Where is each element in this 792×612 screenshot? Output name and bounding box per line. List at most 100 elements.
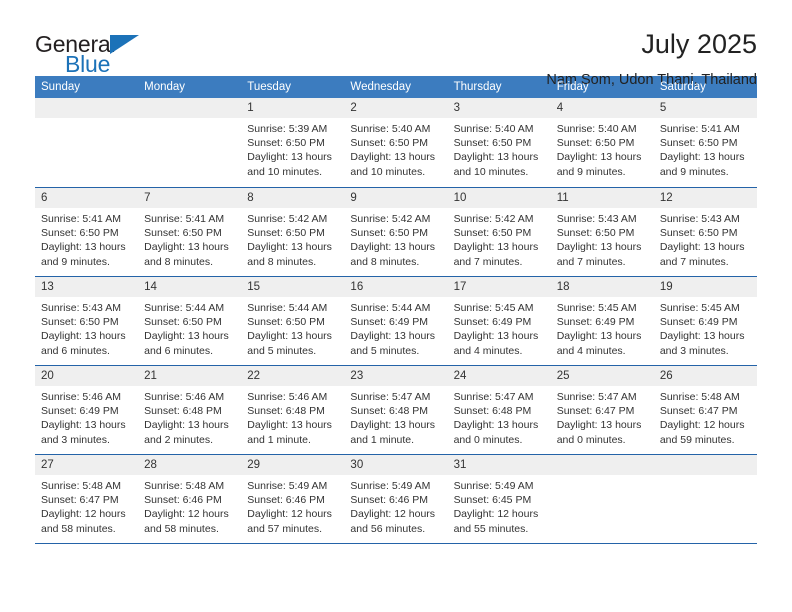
day-sun-info: Sunrise: 5:47 AM Sunset: 6:48 PM Daylight:… — [344, 386, 447, 447]
calendar-week-row: 13 Sunrise: 5:43 AM Sunset: 6:50 PM Dayligh… — [35, 276, 757, 365]
day-cell-15[interactable]: 15 Sunrise: 5:44 AM Sunset: 6:50 PM Dayligh… — [241, 277, 345, 365]
day-cell-9[interactable]: 9 Sunrise: 5:42 AM Sunset: 6:50 PM Daylight… — [344, 188, 448, 276]
calendar-week-row: 6 Sunrise: 5:41 AM Sunset: 6:50 PM Daylight… — [35, 187, 757, 276]
calendar-grid: Sunday Monday Tuesday Wednesday Thursday… — [35, 76, 757, 544]
day-cell-28[interactable]: 28 Sunrise: 5:48 AM Sunset: 6:46 PM Dayligh… — [138, 455, 242, 543]
day-info-line: and 57 minutes. — [247, 522, 322, 535]
day-info-line: Sunrise: 5:48 AM — [41, 480, 121, 492]
day-number — [653, 455, 757, 475]
day-info-line: Sunrise: 5:43 AM — [659, 213, 740, 225]
day-number — [138, 98, 242, 118]
day-number: 29 — [241, 455, 345, 475]
day-info-line: and 3 minutes. — [41, 433, 110, 446]
day-info-line: Sunrise: 5:43 AM — [556, 213, 637, 225]
day-info-line: Daylight: 13 hours — [144, 419, 229, 432]
day-info-line: Daylight: 13 hours — [350, 241, 436, 254]
day-info-line: Sunset: 6:48 PM — [453, 405, 532, 418]
day-info-line: Daylight: 12 hours — [247, 508, 332, 521]
day-cell-23[interactable]: 23 Sunrise: 5:47 AM Sunset: 6:48 PM Dayligh… — [344, 366, 448, 454]
day-cell-7[interactable]: 7 Sunrise: 5:41 AM Sunset: 6:50 PM Daylight… — [138, 188, 242, 276]
day-cell-10[interactable]: 10 Sunrise: 5:42 AM Sunset: 6:50 PM Dayligh… — [447, 188, 551, 276]
day-sun-info: Sunrise: 5:45 AM Sunset: 6:49 PM Daylight:… — [654, 297, 757, 358]
day-info-line: Sunset: 6:46 PM — [350, 494, 429, 507]
day-info-line: and 10 minutes. — [247, 165, 322, 178]
day-info-line: Sunrise: 5:48 AM — [144, 480, 225, 492]
day-info-line: and 5 minutes. — [350, 344, 420, 357]
weekday-header-thursday: Thursday — [453, 81, 502, 93]
day-info-line: Sunset: 6:47 PM — [41, 494, 119, 507]
day-cell-18[interactable]: 18 Sunrise: 5:45 AM Sunset: 6:49 PM Dayligh… — [550, 277, 654, 365]
day-number: 9 — [344, 188, 448, 208]
day-cell-30[interactable]: 30 Sunrise: 5:49 AM Sunset: 6:46 PM Dayligh… — [344, 455, 448, 543]
day-info-line: Sunset: 6:49 PM — [453, 316, 532, 329]
day-info-line: Sunrise: 5:49 AM — [453, 480, 534, 492]
day-cell-21[interactable]: 21 Sunrise: 5:46 AM Sunset: 6:48 PM Dayligh… — [138, 366, 242, 454]
weekday-header-saturday: Saturday — [659, 81, 706, 93]
day-info-line: Daylight: 12 hours — [144, 508, 229, 521]
day-info-line: and 6 minutes. — [144, 344, 214, 357]
day-cell-27[interactable]: 27 Sunrise: 5:48 AM Sunset: 6:47 PM Dayligh… — [35, 455, 139, 543]
day-number: 18 — [550, 277, 654, 297]
day-sun-info: Sunrise: 5:44 AM Sunset: 6:50 PM Daylight:… — [241, 297, 344, 358]
day-cell-8[interactable]: 8 Sunrise: 5:42 AM Sunset: 6:50 PM Daylight… — [241, 188, 345, 276]
day-sun-info: Sunrise: 5:45 AM Sunset: 6:49 PM Daylight:… — [448, 297, 551, 358]
day-sun-info: Sunrise: 5:46 AM Sunset: 6:49 PM Daylight:… — [35, 386, 138, 447]
day-info-line: Daylight: 13 hours — [453, 419, 539, 432]
day-sun-info: Sunrise: 5:48 AM Sunset: 6:47 PM Daylight:… — [35, 475, 138, 536]
day-info-line: Sunset: 6:45 PM — [453, 494, 532, 507]
day-info-line: Sunset: 6:50 PM — [659, 137, 738, 150]
general-blue-logo[interactable]: General Blue — [35, 30, 165, 82]
day-info-line: Sunrise: 5:42 AM — [247, 213, 328, 225]
day-cell-24[interactable]: 24 Sunrise: 5:47 AM Sunset: 6:48 PM Dayligh… — [447, 366, 551, 454]
day-info-line: Sunrise: 5:47 AM — [350, 391, 431, 403]
day-sun-info: Sunrise: 5:41 AM Sunset: 6:50 PM Daylight:… — [138, 208, 241, 269]
day-cell-29[interactable]: 29 Sunrise: 5:49 AM Sunset: 6:46 PM Dayligh… — [241, 455, 345, 543]
day-number: 22 — [241, 366, 345, 386]
day-sun-info: Sunrise: 5:45 AM Sunset: 6:49 PM Daylight:… — [551, 297, 654, 358]
day-info-line: Sunrise: 5:44 AM — [144, 302, 225, 314]
day-sun-info: Sunrise: 5:43 AM Sunset: 6:50 PM Daylight:… — [654, 208, 757, 269]
logo-text-blue: Blue — [65, 51, 111, 77]
day-info-line: and 2 minutes. — [144, 433, 214, 446]
weekday-header-tuesday: Tuesday — [247, 81, 291, 93]
day-info-line: Daylight: 13 hours — [350, 330, 436, 343]
day-info-line: Sunset: 6:46 PM — [247, 494, 325, 507]
day-cell-11[interactable]: 11 Sunrise: 5:43 AM Sunset: 6:50 PM Dayligh… — [550, 188, 654, 276]
day-info-line: Sunrise: 5:46 AM — [144, 391, 225, 403]
day-cell-13[interactable]: 13 Sunrise: 5:43 AM Sunset: 6:50 PM Dayligh… — [35, 277, 139, 365]
day-sun-info: Sunrise: 5:46 AM Sunset: 6:48 PM Daylight:… — [241, 386, 344, 447]
day-cell-26[interactable]: 26 Sunrise: 5:48 AM Sunset: 6:47 PM Dayligh… — [653, 366, 757, 454]
day-cell-2[interactable]: 2 Sunrise: 5:40 AM Sunset: 6:50 PM Daylight… — [344, 98, 448, 187]
day-sun-info: Sunrise: 5:41 AM Sunset: 6:50 PM Daylight:… — [35, 208, 138, 269]
day-cell-12[interactable]: 12 Sunrise: 5:43 AM Sunset: 6:50 PM Dayligh… — [653, 188, 757, 276]
day-cell-17[interactable]: 17 Sunrise: 5:45 AM Sunset: 6:49 PM Dayligh… — [447, 277, 551, 365]
day-cell-16[interactable]: 16 Sunrise: 5:44 AM Sunset: 6:49 PM Dayligh… — [344, 277, 448, 365]
day-sun-info: Sunrise: 5:40 AM Sunset: 6:50 PM Daylight:… — [344, 118, 447, 179]
day-info-line: Sunrise: 5:39 AM — [247, 123, 328, 135]
day-info-line: Sunset: 6:50 PM — [247, 316, 325, 329]
day-cell-1[interactable]: 1 Sunrise: 5:39 AM Sunset: 6:50 PM Daylight… — [241, 98, 345, 187]
day-info-line: Daylight: 13 hours — [556, 330, 642, 343]
day-cell-19[interactable]: 19 Sunrise: 5:45 AM Sunset: 6:49 PM Dayligh… — [653, 277, 757, 365]
day-cell-empty — [550, 455, 654, 543]
day-cell-4[interactable]: 4 Sunrise: 5:40 AM Sunset: 6:50 PM Daylight… — [550, 98, 654, 187]
day-info-line: Sunset: 6:50 PM — [350, 137, 429, 150]
day-cell-22[interactable]: 22 Sunrise: 5:46 AM Sunset: 6:48 PM Dayligh… — [241, 366, 345, 454]
day-info-line: Daylight: 13 hours — [41, 241, 126, 254]
day-info-line: Sunrise: 5:47 AM — [556, 391, 637, 403]
day-cell-5[interactable]: 5 Sunrise: 5:41 AM Sunset: 6:50 PM Daylight… — [653, 98, 757, 187]
day-cell-31[interactable]: 31 Sunrise: 5:49 AM Sunset: 6:45 PM Dayligh… — [447, 455, 551, 543]
day-cell-14[interactable]: 14 Sunrise: 5:44 AM Sunset: 6:50 PM Dayligh… — [138, 277, 242, 365]
day-info-line: Daylight: 13 hours — [247, 419, 332, 432]
day-info-line: and 56 minutes. — [350, 522, 426, 535]
day-cell-25[interactable]: 25 Sunrise: 5:47 AM Sunset: 6:47 PM Dayligh… — [550, 366, 654, 454]
day-sun-info: Sunrise: 5:49 AM Sunset: 6:46 PM Daylight:… — [241, 475, 344, 536]
day-info-line: Sunset: 6:50 PM — [556, 137, 635, 150]
day-cell-3[interactable]: 3 Sunrise: 5:40 AM Sunset: 6:50 PM Daylight… — [447, 98, 551, 187]
day-info-line: Sunrise: 5:43 AM — [41, 302, 121, 314]
day-number — [35, 98, 139, 118]
calendar-week-row: 27 Sunrise: 5:48 AM Sunset: 6:47 PM Dayligh… — [35, 454, 757, 543]
day-cell-20[interactable]: 20 Sunrise: 5:46 AM Sunset: 6:49 PM Dayligh… — [35, 366, 139, 454]
day-info-line: and 9 minutes. — [556, 165, 626, 178]
day-cell-6[interactable]: 6 Sunrise: 5:41 AM Sunset: 6:50 PM Daylight… — [35, 188, 139, 276]
